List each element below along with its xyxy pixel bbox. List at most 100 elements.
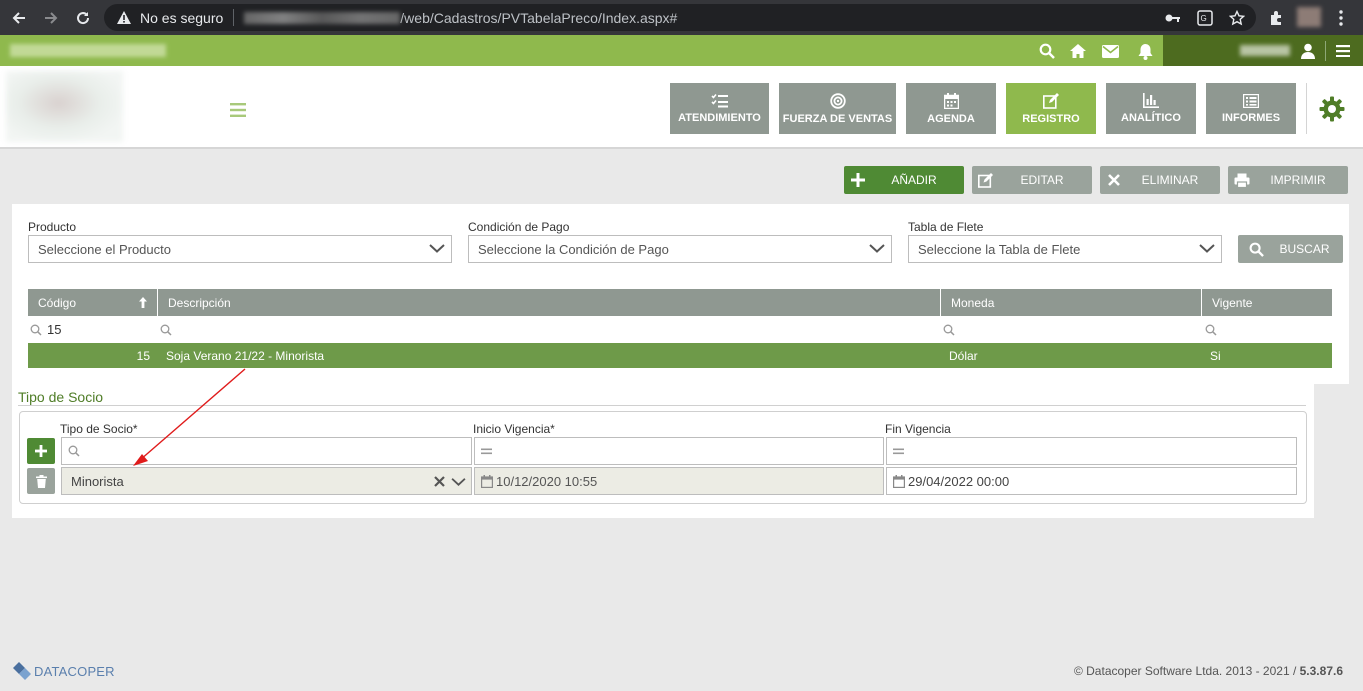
inicio-filter-input[interactable] [474, 437, 884, 465]
nav-label: AGENDA [927, 112, 975, 125]
home-icon[interactable] [1069, 42, 1087, 60]
column-header-label: Vigente [1212, 295, 1253, 310]
nav-fuerza-de-ventas[interactable]: FUERZA DE VENTAS [779, 83, 896, 134]
user-icon[interactable] [1299, 42, 1317, 60]
column-header-vigente[interactable]: Vigente [1202, 289, 1332, 316]
url-path: /web/Cadastros/PVTabelaPreco/Index.aspx# [400, 9, 678, 26]
copyright-text: © Datacoper Software Ltda. 2013 - 2021 / [1073, 664, 1300, 678]
mail-icon[interactable] [1101, 42, 1119, 60]
back-icon[interactable] [9, 8, 29, 28]
delete-button[interactable]: ELIMINAR [1100, 166, 1220, 194]
app-top-bar [0, 35, 1363, 66]
search-icon [68, 445, 80, 457]
fin-vigencia-value: 29/04/2022 00:00 [908, 473, 1010, 489]
cell-codigo: 15 [136, 348, 150, 363]
fin-filter-input[interactable] [886, 437, 1297, 465]
inicio-vigencia-value: 10/12/2020 10:55 [496, 473, 598, 489]
nav-registro[interactable]: REGISTRO [1006, 83, 1096, 134]
producto-select[interactable]: Seleccione el Producto [28, 235, 452, 263]
fin-vigencia-field[interactable]: 29/04/2022 00:00 [886, 467, 1297, 495]
forward-icon[interactable] [41, 8, 61, 28]
nav-label: ANALÍTICO [1121, 112, 1181, 124]
svg-text:G: G [1201, 14, 1207, 23]
search-icon [943, 324, 955, 336]
inicio-vigencia-field[interactable]: 10/12/2020 10:55 [474, 467, 884, 495]
column-header-moneda[interactable]: Moneda [941, 289, 1201, 316]
divider [233, 9, 235, 26]
tipo-socio-value: Minorista [71, 473, 124, 489]
section-title: Tipo de Socio [18, 389, 104, 405]
extensions-icon[interactable] [1266, 8, 1286, 28]
add-button[interactable]: AÑADIR [844, 166, 964, 194]
edit-icon [972, 172, 1000, 188]
company-name-blurred [10, 44, 166, 57]
nav-agenda[interactable]: AGENDA [906, 83, 996, 134]
checklist-icon [710, 93, 729, 108]
column-header-descripcion[interactable]: Descripción [158, 289, 940, 316]
search-icon [160, 324, 172, 336]
nav-atendimiento[interactable]: ATENDIMIENTO [670, 83, 769, 134]
column-header-label: Moneda [951, 295, 995, 310]
close-icon [1100, 174, 1128, 186]
nav-label: FUERZA DE VENTAS [782, 112, 893, 125]
browser-toolbar: No es seguro /web/Cadastros/PVTabelaPrec… [0, 0, 1363, 35]
print-button[interactable]: IMPRIMIR [1228, 166, 1348, 194]
username-blurred [1240, 45, 1290, 56]
reload-icon[interactable] [73, 8, 93, 28]
nav-analitico[interactable]: ANALÍTICO [1106, 83, 1196, 134]
bell-icon[interactable] [1136, 42, 1154, 60]
delete-row-button[interactable] [27, 468, 55, 494]
column-label-fin: Fin Vigencia [885, 422, 951, 436]
chevron-down-icon [1199, 242, 1215, 254]
filter-descripcion[interactable] [160, 316, 938, 343]
add-row-button[interactable] [27, 438, 55, 464]
condicion-select[interactable]: Seleccione la Condición de Pago [468, 235, 892, 263]
hamburger-menu-icon[interactable] [1334, 42, 1352, 60]
column-label-inicio: Inicio Vigencia* [473, 422, 555, 436]
filter-codigo[interactable]: 15 [30, 316, 156, 343]
annotation-arrow [133, 368, 246, 466]
edit-button[interactable]: EDITAR [972, 166, 1092, 194]
printer-icon [1228, 173, 1256, 188]
blurred-host [244, 11, 401, 24]
settings-gear-icon[interactable] [1319, 96, 1345, 122]
datacoper-logo: DATACOPER [12, 661, 115, 681]
search-icon[interactable] [1038, 42, 1056, 60]
cell-descripcion: Soja Verano 21/22 - Minorista [166, 348, 325, 363]
key-icon[interactable] [1163, 8, 1183, 28]
chevron-down-icon[interactable] [451, 476, 466, 487]
search-button[interactable]: BUSCAR [1238, 235, 1343, 263]
address-bar[interactable]: No es seguro /web/Cadastros/PVTabelaPrec… [104, 4, 1256, 31]
bar-chart-icon [1143, 93, 1159, 108]
nav-label: REGISTRO [1022, 112, 1080, 125]
cell-vigente: Si [1210, 348, 1221, 363]
condicion-select-value: Seleccione la Condición de Pago [478, 241, 669, 257]
plus-icon [35, 445, 47, 457]
chevron-down-icon [869, 242, 885, 254]
producto-select-value: Seleccione el Producto [38, 241, 171, 257]
flete-select-value: Seleccione la Tabla de Flete [918, 241, 1081, 257]
cell-moneda: Dólar [949, 348, 978, 363]
profile-avatar[interactable] [1297, 7, 1321, 27]
clear-icon[interactable] [434, 476, 445, 487]
chevron-down-icon [429, 242, 445, 254]
brand-name: DATACOPER [34, 663, 115, 679]
divider [1325, 41, 1326, 61]
filter-moneda[interactable] [943, 316, 1199, 343]
nav-informes[interactable]: INFORMES [1206, 83, 1296, 134]
search-button-label: BUSCAR [1279, 242, 1330, 256]
equals-icon [481, 448, 492, 455]
nav-label: INFORMES [1221, 111, 1281, 124]
sidebar-toggle-icon[interactable] [230, 103, 246, 117]
flete-select[interactable]: Seleccione la Tabla de Flete [908, 235, 1222, 263]
security-label: No es seguro [140, 9, 224, 26]
search-icon [1205, 324, 1217, 336]
search-icon [1238, 242, 1274, 257]
menu-dots-icon[interactable] [1331, 8, 1351, 28]
star-icon[interactable] [1227, 8, 1247, 28]
filter-vigente[interactable] [1205, 316, 1331, 343]
search-icon [30, 324, 42, 336]
translate-icon[interactable]: G [1195, 8, 1215, 28]
column-header-codigo[interactable]: Código [28, 289, 157, 316]
print-button-label: IMPRIMIR [1270, 173, 1326, 187]
